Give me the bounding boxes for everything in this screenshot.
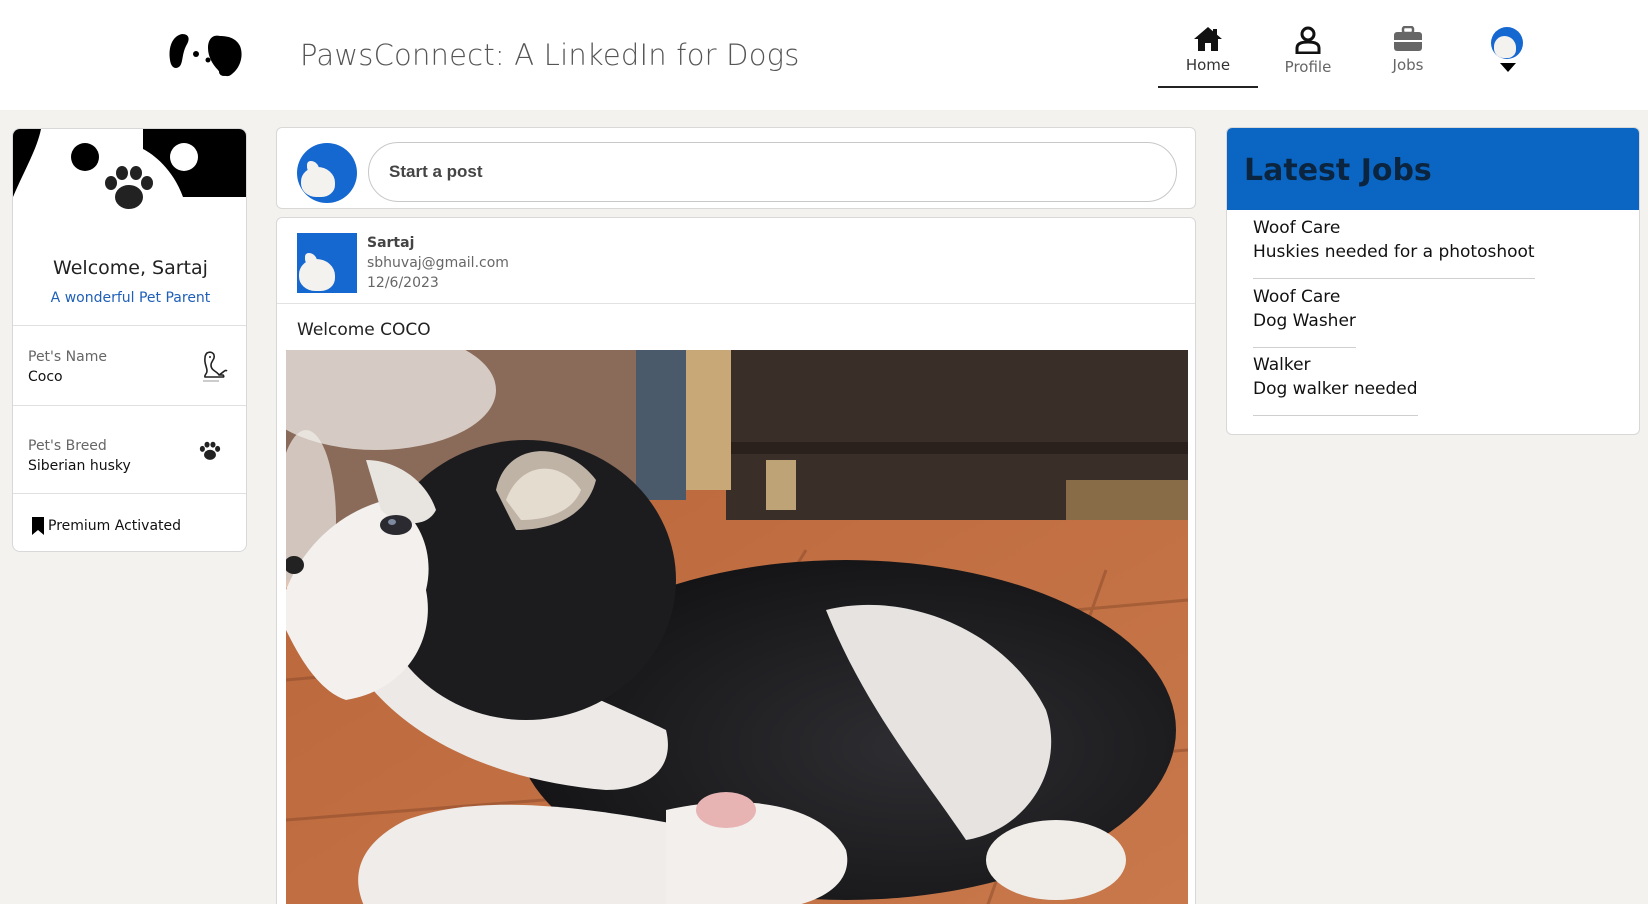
job-item[interactable]: Woof Care Dog Washer — [1253, 285, 1356, 348]
job-company: Woof Care — [1253, 287, 1341, 307]
nav-home-label: Home — [1185, 56, 1231, 74]
paw-print-icon — [105, 166, 153, 209]
job-role: Huskies needed for a photoshoot — [1253, 242, 1535, 262]
pet-breed-value: Siberian husky — [28, 458, 131, 474]
author-avatar[interactable] — [297, 233, 357, 293]
welcome-heading: Welcome, Sartaj — [53, 257, 208, 279]
pet-breed-row: Pet's Breed Siberian husky — [13, 405, 246, 493]
home-icon — [1194, 27, 1222, 51]
top-nav-bar: PawsConnect: A LinkedIn for Dogs Home Pr… — [0, 0, 1648, 110]
post-composer: Start a post — [276, 127, 1196, 209]
nav-profile[interactable]: Profile — [1258, 26, 1358, 88]
user-icon — [1295, 26, 1321, 54]
avatar — [297, 143, 357, 203]
pet-name-value: Coco — [28, 369, 63, 385]
divider — [13, 493, 246, 494]
bookmark-icon — [32, 517, 44, 535]
profile-tagline: A wonderful Pet Parent — [50, 290, 211, 306]
divider — [1253, 278, 1535, 279]
briefcase-icon — [1394, 26, 1422, 51]
post-author-email: sbhuvaj@gmail.com — [367, 255, 509, 271]
dog-face-logo-icon[interactable] — [168, 30, 244, 80]
nav-home[interactable]: Home — [1158, 26, 1258, 88]
pet-breed-label: Pet's Breed — [28, 438, 107, 454]
premium-status[interactable]: Premium Activated — [32, 517, 181, 535]
job-role: Dog walker needed — [1253, 379, 1418, 399]
nav-profile-label: Profile — [1284, 58, 1332, 76]
job-item[interactable]: Woof Care Huskies needed for a photoshoo… — [1253, 216, 1535, 279]
post-photo-husky-puppy — [286, 350, 1188, 904]
post-text: Welcome COCO — [297, 320, 431, 340]
pet-name-label: Pet's Name — [28, 349, 107, 365]
paw-icon — [199, 441, 221, 460]
user-menu-button[interactable] — [1491, 27, 1525, 77]
post-author-name[interactable]: Sartaj — [367, 235, 414, 251]
dog-sitting-icon — [203, 351, 228, 382]
pet-name-row: Pet's Name Coco — [13, 325, 246, 405]
divider — [1253, 347, 1356, 348]
start-post-button[interactable]: Start a post — [368, 142, 1177, 202]
caret-down-icon — [1500, 63, 1516, 72]
profile-card: Welcome, Sartaj A wonderful Pet Parent P… — [12, 128, 247, 552]
app-title: PawsConnect: A LinkedIn for Dogs — [300, 38, 800, 72]
jobs-title: Latest Jobs — [1244, 153, 1432, 188]
job-item[interactable]: Walker Dog walker needed — [1253, 353, 1418, 416]
divider — [1253, 415, 1418, 416]
feed-post: Sartaj sbhuvaj@gmail.com 12/6/2023 Welco… — [276, 217, 1196, 904]
avatar — [1491, 27, 1523, 59]
job-company: Woof Care — [1253, 218, 1341, 238]
post-date: 12/6/2023 — [367, 275, 439, 291]
profile-cover — [13, 129, 246, 209]
premium-label: Premium Activated — [48, 518, 182, 534]
divider — [277, 303, 1195, 304]
nav-jobs[interactable]: Jobs — [1358, 26, 1458, 88]
job-company: Walker — [1253, 355, 1311, 375]
nav-jobs-label: Jobs — [1392, 56, 1424, 74]
job-role: Dog Washer — [1253, 311, 1356, 331]
latest-jobs-card: Latest Jobs Woof Care Huskies needed for… — [1226, 127, 1640, 435]
